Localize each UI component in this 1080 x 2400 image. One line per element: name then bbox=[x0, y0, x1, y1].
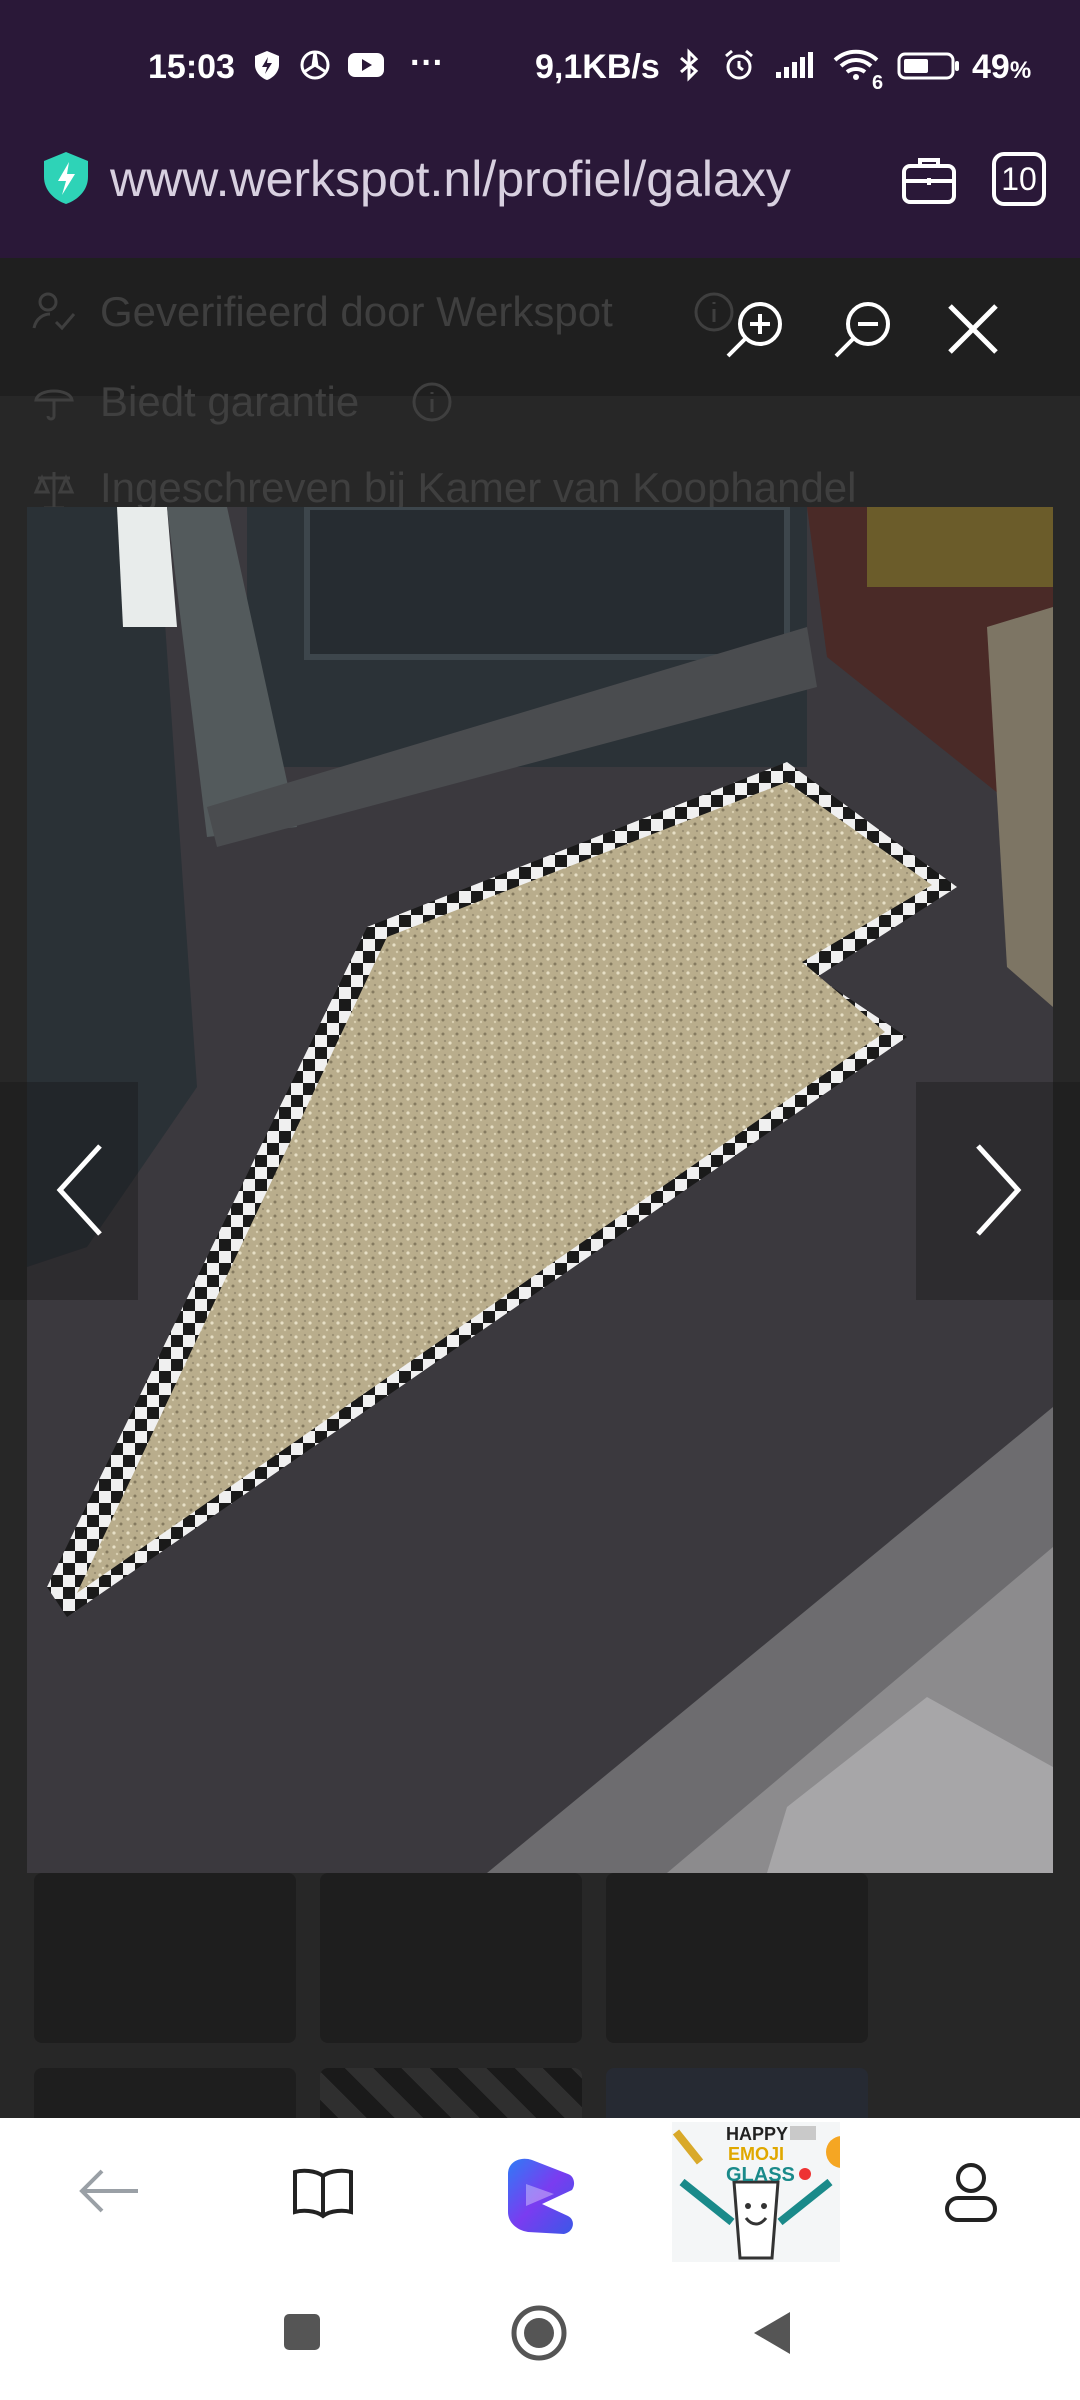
status-bar: 15:03 ··· 9,1KB/s 6 49% bbox=[0, 0, 1080, 140]
system-navigation-bar bbox=[0, 2264, 1080, 2400]
gallery-photo[interactable] bbox=[27, 507, 1053, 1873]
verified-user-icon bbox=[32, 292, 76, 331]
arrow-left-icon[interactable] bbox=[76, 2168, 142, 2214]
circle-icon[interactable] bbox=[510, 2304, 568, 2362]
info-icon bbox=[412, 382, 452, 422]
tab-count: 10 bbox=[1001, 161, 1037, 197]
battery-icon bbox=[897, 52, 959, 80]
browser-bottom-bar: HAPPY EMOJI GLASS bbox=[0, 2118, 1080, 2264]
promo-text-happy: HAPPY bbox=[726, 2124, 789, 2144]
scales-icon bbox=[33, 472, 75, 510]
close-icon[interactable] bbox=[938, 294, 1008, 364]
youtube-icon bbox=[348, 53, 384, 77]
zoom-out-icon[interactable] bbox=[828, 294, 898, 364]
photo-terrazzo-doorstep bbox=[27, 507, 1053, 1873]
shield-bolt-icon[interactable] bbox=[40, 150, 92, 206]
battery-percent: 49% bbox=[972, 48, 1032, 86]
thumbnail[interactable] bbox=[320, 1873, 582, 2043]
shield-notification-icon bbox=[255, 51, 279, 80]
thumbnail[interactable] bbox=[34, 1873, 296, 2043]
status-time: 15:03 bbox=[148, 48, 235, 86]
promo-text-glass: GLASS bbox=[726, 2164, 795, 2186]
zoom-in-icon[interactable] bbox=[720, 294, 790, 364]
url-text[interactable]: www.werkspot.nl/profiel/galaxy bbox=[110, 150, 870, 210]
thumbnail[interactable] bbox=[606, 1873, 868, 2043]
chevron-left-icon bbox=[56, 1144, 102, 1236]
more-notifications-dots: ··· bbox=[410, 44, 444, 82]
umbrella-icon bbox=[34, 389, 74, 421]
tab-switcher-button[interactable]: 10 bbox=[992, 152, 1046, 206]
book-icon[interactable] bbox=[290, 2166, 356, 2220]
mercedes-icon bbox=[300, 50, 330, 80]
square-icon[interactable] bbox=[282, 2312, 322, 2352]
triangle-back-icon[interactable] bbox=[752, 2310, 792, 2356]
bg-item-guarantee: Biedt garantie bbox=[100, 378, 360, 425]
promo-text-emoji: EMOJI bbox=[728, 2144, 785, 2164]
briefcase-icon[interactable] bbox=[900, 154, 958, 206]
copilot-icon[interactable] bbox=[498, 2154, 578, 2238]
person-icon[interactable] bbox=[942, 2160, 1000, 2224]
wifi-badge: 6 bbox=[872, 72, 884, 94]
chevron-right-icon bbox=[976, 1144, 1022, 1236]
prev-photo-button[interactable] bbox=[0, 1082, 138, 1300]
signal-icon bbox=[776, 52, 813, 78]
bg-item-kvk: Ingeschreven bij Kamer van Koophandel bbox=[100, 464, 857, 511]
bluetooth-icon bbox=[680, 48, 699, 82]
alarm-icon bbox=[725, 49, 753, 80]
network-speed: 9,1KB/s bbox=[535, 48, 660, 86]
promo-ad-banner[interactable]: HAPPY EMOJI GLASS bbox=[672, 2122, 840, 2262]
bg-item-verified: Geverifieerd door Werkspot bbox=[100, 288, 613, 335]
next-photo-button[interactable] bbox=[916, 1082, 1080, 1300]
